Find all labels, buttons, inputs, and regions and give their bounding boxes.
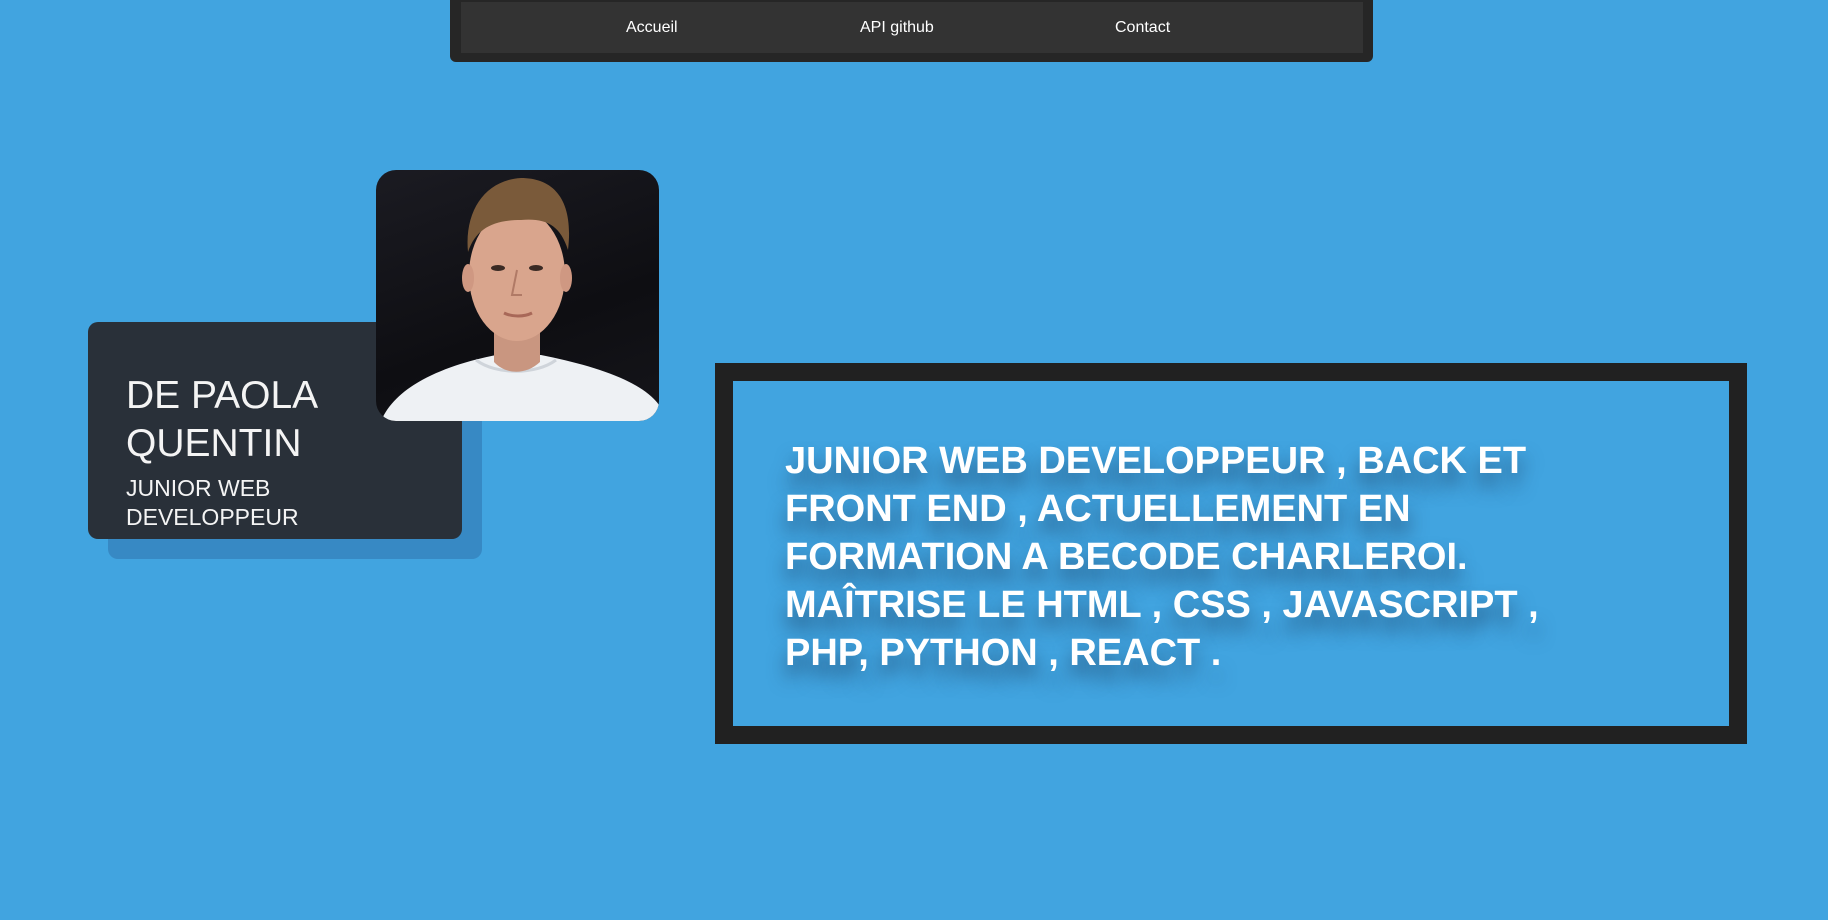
- nav-link-api-github[interactable]: API github: [860, 2, 934, 53]
- profile-photo: [376, 170, 659, 421]
- about-panel: JUNIOR WEB DEVELOPPEUR , BACK ET FRONT E…: [733, 381, 1729, 726]
- profile-role: JUNIOR WEB DEVELOPPEUR: [126, 475, 299, 530]
- profile-name: DE PAOLA QUENTIN: [126, 374, 317, 465]
- about-frame: JUNIOR WEB DEVELOPPEUR , BACK ET FRONT E…: [715, 363, 1747, 744]
- navbar-menu: Accueil API github Contact: [461, 2, 1363, 53]
- about-text: JUNIOR WEB DEVELOPPEUR , BACK ET FRONT E…: [785, 440, 1539, 674]
- portrait-image: [381, 178, 659, 421]
- nav-link-contact[interactable]: Contact: [1115, 2, 1170, 53]
- top-navbar: Accueil API github Contact: [450, 0, 1373, 62]
- nav-link-accueil[interactable]: Accueil: [626, 2, 678, 53]
